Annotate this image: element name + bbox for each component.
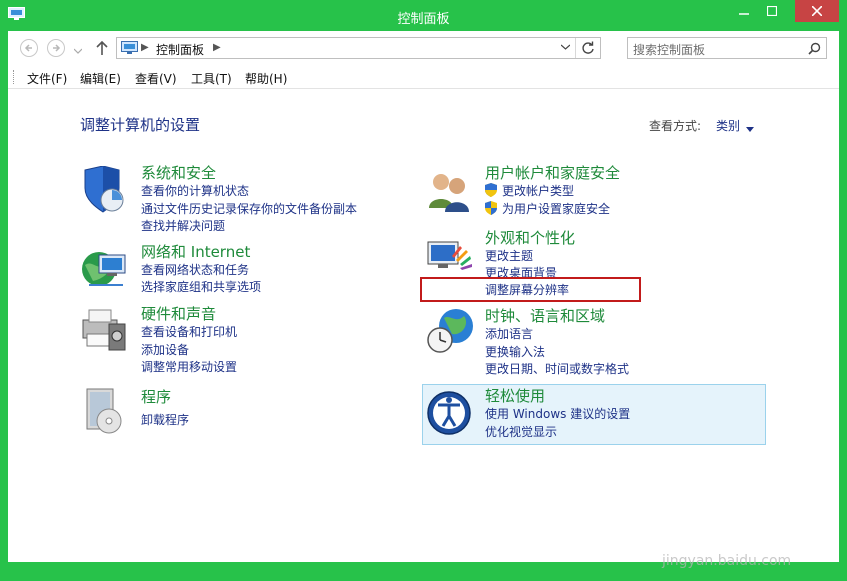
menu-help[interactable]: 帮助(H) [245,70,287,87]
breadcrumb-control-panel[interactable]: 控制面板 [156,41,204,58]
title-bar: 控制面板 [0,0,847,32]
category-ease-of-access[interactable]: 轻松使用 [485,385,545,406]
minimize-button[interactable] [730,0,758,22]
link-family-safety[interactable]: 为用户设置家庭安全 [485,200,610,217]
link-family-safety-label: 为用户设置家庭安全 [502,202,611,216]
close-button[interactable] [795,0,839,22]
explorer-window: ▶ 控制面板 ▶ 搜索控制面板 文件(F) 编辑(E) 查看(V) 工具(T) … [8,31,839,569]
link-find-fix-problems[interactable]: 查找并解决问题 [141,217,225,234]
menu-view[interactable]: 查看(V) [135,70,177,87]
link-change-date-time-format[interactable]: 更改日期、时间或数字格式 [485,360,629,377]
user-accounts-people-icon[interactable] [426,166,476,216]
menu-grip [13,70,16,84]
category-appearance[interactable]: 外观和个性化 [485,227,575,248]
navigation-bar: ▶ 控制面板 ▶ 搜索控制面板 [8,31,839,65]
forward-button[interactable] [47,39,65,57]
category-user-accounts[interactable]: 用户帐户和家庭安全 [485,162,620,183]
baidu-jingyan-watermark: Baidu经验 jingyan.baidu.com [648,501,847,581]
link-optimize-visual-display[interactable]: 优化视觉显示 [485,423,557,440]
recent-locations-chevron-icon[interactable] [73,43,83,57]
annotation-highlight-box [420,277,641,302]
category-hardware-sound[interactable]: 硬件和声音 [141,303,216,324]
view-by-chevron-down-icon[interactable] [746,121,754,135]
menu-edit[interactable]: 编辑(E) [80,70,121,87]
link-add-language[interactable]: 添加语言 [485,325,533,342]
view-by-dropdown[interactable]: 类别 [716,117,740,134]
ease-of-access-icon[interactable] [426,388,476,438]
programs-disc-box-icon[interactable] [79,387,129,437]
uac-shield-icon [485,183,497,200]
clock-globe-icon[interactable] [426,306,476,356]
category-system-security[interactable]: 系统和安全 [141,162,216,183]
view-by-label: 查看方式: [649,119,702,133]
search-placeholder: 搜索控制面板 [633,43,706,57]
system-security-shield-icon[interactable] [79,165,129,216]
search-input[interactable]: 搜索控制面板 [627,37,827,59]
uac-shield-icon [485,201,497,218]
category-programs[interactable]: 程序 [141,386,171,407]
link-homegroup-sharing[interactable]: 选择家庭组和共享选项 [141,278,261,295]
page-title: 调整计算机的设置 [80,116,201,134]
menu-file[interactable]: 文件(F) [27,70,67,87]
address-bar[interactable]: ▶ 控制面板 ▶ [116,37,601,59]
watermark-logo: Baidu经验 [648,509,815,547]
back-button[interactable] [20,39,38,57]
link-devices-printers[interactable]: 查看设备和打印机 [141,323,237,340]
link-change-account-type-label: 更改帐户类型 [502,184,575,198]
link-view-computer-status[interactable]: 查看你的计算机状态 [141,182,249,199]
up-arrow-icon[interactable] [96,40,108,59]
menu-tools[interactable]: 工具(T) [191,70,232,87]
address-dropdown-chevron-icon[interactable] [556,38,574,58]
link-windows-recommended-settings[interactable]: 使用 Windows 建议的设置 [485,405,630,422]
breadcrumb-chevron-icon[interactable]: ▶ [213,42,221,53]
refresh-icon[interactable] [575,38,600,58]
category-network-internet[interactable]: 网络和 Internet [141,241,250,262]
link-change-theme[interactable]: 更改主题 [485,247,533,264]
link-file-history-backup[interactable]: 通过文件历史记录保存你的文件备份副本 [141,200,357,217]
breadcrumb-chevron-icon[interactable]: ▶ [141,42,149,53]
link-mobility-settings[interactable]: 调整常用移动设置 [141,358,237,375]
link-add-device[interactable]: 添加设备 [141,341,189,358]
link-network-status[interactable]: 查看网络状态和任务 [141,261,249,278]
hardware-printer-icon[interactable] [79,306,129,356]
maximize-button[interactable] [758,0,786,22]
network-globe-icon[interactable] [79,245,129,295]
control-panel-icon [121,41,138,58]
window-title: 控制面板 [397,12,450,27]
search-icon[interactable] [808,42,821,58]
category-clock-language-region[interactable]: 时钟、语言和区域 [485,305,605,326]
menu-bar: 文件(F) 编辑(E) 查看(V) 工具(T) 帮助(H) [8,66,839,89]
link-change-input-method[interactable]: 更换输入法 [485,343,545,360]
link-uninstall-program[interactable]: 卸载程序 [141,411,189,428]
watermark-url: jingyan.baidu.com [662,553,792,569]
link-change-account-type[interactable]: 更改帐户类型 [485,182,574,199]
